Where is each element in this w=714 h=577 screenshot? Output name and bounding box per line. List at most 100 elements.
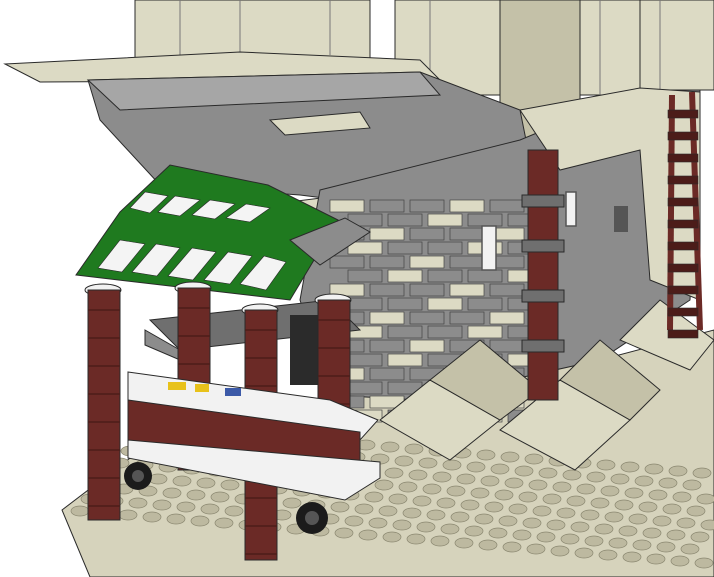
wall-brick <box>467 213 503 227</box>
baseplate-stud <box>374 479 394 491</box>
baseplate-stud <box>670 555 690 567</box>
baseplate-stud <box>536 531 556 543</box>
wall-brick <box>347 353 383 367</box>
baseplate-stud <box>638 501 658 513</box>
baseplate-stud <box>436 497 456 509</box>
baseplate-stud <box>594 523 614 535</box>
baseplate-stud <box>648 489 668 501</box>
baseplate-stud <box>190 515 210 527</box>
baseplate-stud <box>186 489 206 501</box>
baseplate-stud <box>662 503 682 515</box>
wall-brick <box>409 199 445 213</box>
wall-brick <box>467 269 503 283</box>
ladder-rung <box>667 153 699 163</box>
wall-brick <box>427 269 463 283</box>
baseplate-stud <box>634 475 654 487</box>
baseplate-stud <box>402 507 422 519</box>
wall-brick <box>489 283 525 297</box>
baseplate-stud <box>470 487 490 499</box>
baseplate-stud <box>550 545 570 557</box>
baseplate-stud <box>480 475 500 487</box>
baseplate-stud <box>398 481 418 493</box>
baseplate-stud <box>162 487 182 499</box>
baseplate-stud <box>224 505 244 517</box>
baseplate-stud <box>344 515 364 527</box>
ladder-rung <box>667 131 699 141</box>
baseplate-stud <box>532 505 552 517</box>
baseplate-stud <box>538 467 558 479</box>
baseplate-stud <box>364 491 384 503</box>
wall-brick <box>409 283 445 297</box>
baseplate-stud <box>282 497 302 509</box>
baseplate-stud <box>562 469 582 481</box>
wall-brick <box>409 311 445 325</box>
baseplate-stud <box>378 505 398 517</box>
baseplate-stud <box>504 477 524 489</box>
ladder-rung <box>667 219 699 229</box>
wall-brick <box>409 339 445 353</box>
wall-window <box>614 206 628 232</box>
wall-brick <box>489 199 525 213</box>
stall-pillar <box>87 289 121 521</box>
baseplate-stud <box>210 491 230 503</box>
wall-brick <box>387 325 423 339</box>
baseplate-stud <box>682 479 702 491</box>
baseplate-stud <box>656 541 676 553</box>
baseplate-stud <box>432 471 452 483</box>
baseplate-stud <box>690 531 710 543</box>
wall-brick <box>369 255 405 269</box>
baseplate-stud <box>488 527 508 539</box>
baseplate-stud <box>394 455 414 467</box>
baseplate-stud <box>646 553 666 565</box>
baseplate-stud <box>586 471 606 483</box>
wall-brick <box>329 255 365 269</box>
baseplate-stud <box>556 507 576 519</box>
baseplate-stud <box>600 485 620 497</box>
baseplate-stud <box>502 541 522 553</box>
baseplate-stud <box>620 461 640 473</box>
baseplate-stud <box>422 483 442 495</box>
baseplate-stud <box>408 469 428 481</box>
baseplate-stud <box>490 463 510 475</box>
baseplate-stud <box>426 509 446 521</box>
baseplate-stud <box>430 535 450 547</box>
ladder-rung <box>667 263 699 273</box>
ladder-rung <box>667 307 699 317</box>
baseplate-stud <box>622 551 642 563</box>
baseplate-stud <box>418 457 438 469</box>
baseplate-stud <box>464 525 484 537</box>
baseplate-stud <box>658 477 678 489</box>
lego-market-stall-scene <box>3 0 714 577</box>
baseplate-stud <box>518 491 538 503</box>
baseplate-stud <box>196 477 216 489</box>
baseplate-stud <box>166 513 186 525</box>
baseplate-stud <box>618 525 638 537</box>
wall-brick <box>329 199 365 213</box>
baseplate-stud <box>596 459 616 471</box>
wall-brick <box>427 241 463 255</box>
wall-brick <box>387 213 423 227</box>
wall-brick <box>369 367 405 381</box>
baseplate-stud <box>608 537 628 549</box>
wall-brick <box>427 297 463 311</box>
baseplate-stud <box>128 497 148 509</box>
baseplate-stud <box>70 505 90 517</box>
wall-brick <box>467 325 503 339</box>
baseplate-stud <box>570 521 590 533</box>
baseplate-stud <box>642 527 662 539</box>
baseplate-stud <box>694 557 714 569</box>
baseplate-stud <box>680 543 700 555</box>
baseplate-stud <box>632 539 652 551</box>
pillar-band <box>521 194 565 208</box>
baseplate-stud <box>552 481 572 493</box>
baseplate-stud <box>692 467 712 479</box>
baseplate-stud <box>514 465 534 477</box>
baseplate-stud <box>584 535 604 547</box>
baseplate-stud <box>546 519 566 531</box>
ladder-rung <box>667 197 699 207</box>
baseplate-stud <box>484 501 504 513</box>
baseplate-stud <box>446 485 466 497</box>
baseplate-stud <box>666 529 686 541</box>
baseplate-stud <box>476 449 496 461</box>
baseplate-stud <box>526 543 546 555</box>
